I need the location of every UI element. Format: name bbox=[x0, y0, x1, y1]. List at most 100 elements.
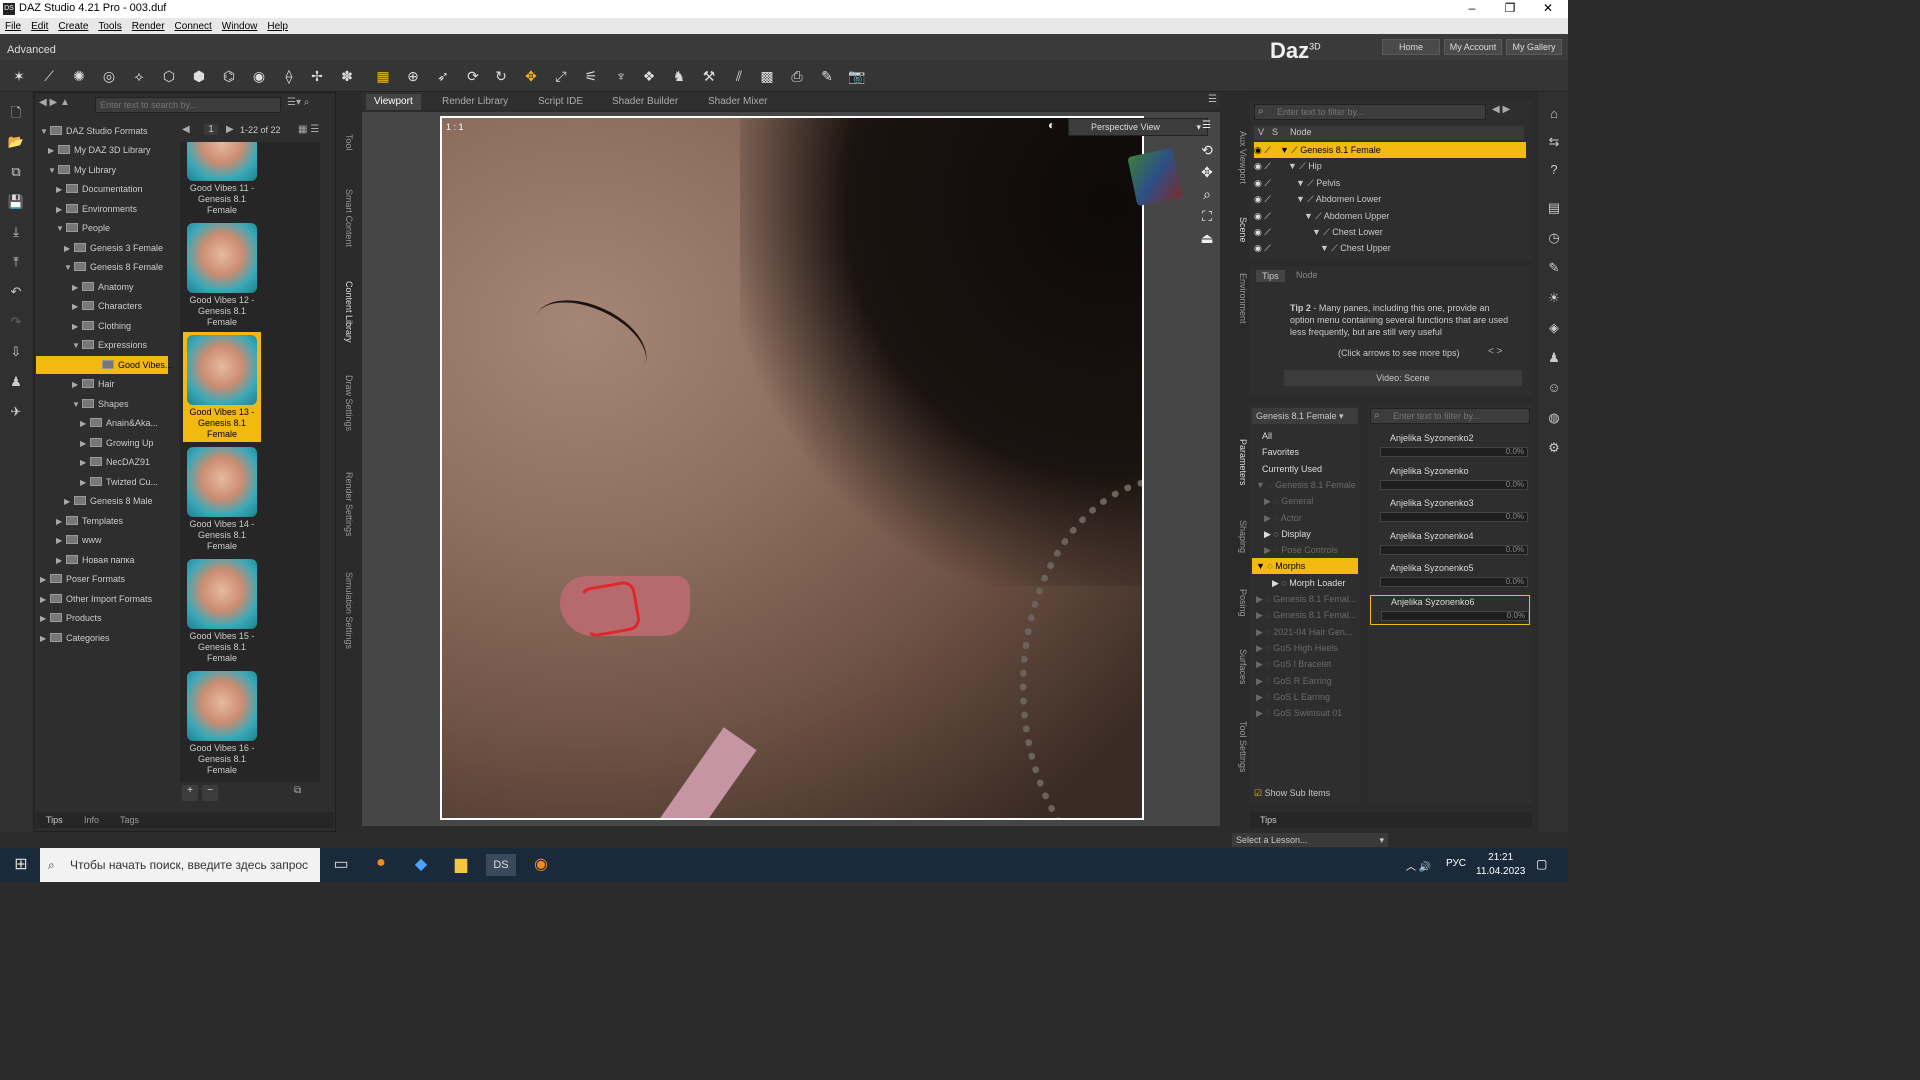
timeline-icon[interactable]: ◷ bbox=[1545, 230, 1563, 248]
tree-item[interactable]: ▼ Shapes bbox=[72, 395, 129, 413]
tree-item[interactable]: ▶ Products bbox=[40, 609, 102, 627]
tree-item[interactable]: ▼ Expressions bbox=[72, 336, 147, 354]
view-selector[interactable]: Perspective View ▾ bbox=[1068, 118, 1208, 136]
tree-item[interactable]: ▶ Documentation bbox=[56, 180, 143, 198]
pan-icon[interactable]: ✥ bbox=[1198, 164, 1216, 182]
scene-node[interactable]: ◉ ⟋ ▼ ⟋ Abdomen Lower bbox=[1254, 191, 1526, 207]
expand-right-icon[interactable]: ▶ bbox=[72, 298, 82, 316]
parameter-group[interactable]: ▶ ◌ Morph Loader bbox=[1252, 575, 1358, 591]
tab-node[interactable]: Node bbox=[1296, 270, 1318, 280]
parameter-group[interactable]: All bbox=[1252, 428, 1358, 444]
tab-params-tips[interactable]: Tips bbox=[1260, 815, 1277, 825]
figure-selector[interactable]: Genesis 8.1 Female ▾ bbox=[1252, 408, 1358, 424]
expand-right-icon[interactable]: ▶ bbox=[72, 318, 82, 336]
next-page-icon[interactable]: ▶ bbox=[226, 124, 234, 135]
redo-icon[interactable]: ↷ bbox=[7, 314, 25, 332]
translate-icon[interactable]: ⟳ bbox=[462, 66, 484, 86]
morph-slider[interactable]: Anjelika Syzonenko5 0.0% bbox=[1370, 562, 1530, 592]
eye-icon[interactable]: ◉ ⟋ bbox=[1254, 191, 1280, 207]
expand-right-icon[interactable]: ▶ bbox=[40, 630, 50, 648]
tree-item[interactable]: ▼ DAZ Studio Formats bbox=[40, 122, 148, 140]
parameter-group[interactable]: Favorites bbox=[1252, 444, 1358, 460]
morph-slider[interactable]: Anjelika Syzonenko6 0.0% bbox=[1370, 595, 1530, 625]
eye-icon[interactable]: ◉ ⟋ bbox=[1254, 240, 1280, 256]
explorer-icon[interactable]: ▆ bbox=[448, 854, 474, 876]
content-search-input[interactable] bbox=[95, 97, 281, 113]
video-scene-button[interactable]: Video: Scene bbox=[1284, 370, 1522, 386]
maximize-button[interactable]: ❐ bbox=[1490, 1, 1530, 15]
my-gallery-button[interactable]: My Gallery bbox=[1506, 39, 1562, 55]
vtab-simulation-settings[interactable]: Simulation Settings bbox=[336, 566, 354, 656]
menu-file[interactable]: File bbox=[5, 21, 21, 32]
node-weight-icon[interactable]: ⟡ bbox=[128, 66, 150, 86]
tab-script-ide[interactable]: Script IDE bbox=[530, 94, 591, 110]
slider-track[interactable]: 0.0% bbox=[1380, 544, 1528, 555]
orbit-icon[interactable]: ⟲ bbox=[1198, 142, 1216, 160]
scene-filter-input[interactable] bbox=[1254, 104, 1486, 120]
home-button[interactable]: Home bbox=[1382, 39, 1440, 55]
blender-icon[interactable]: ◉ bbox=[528, 854, 554, 876]
vtab-environment[interactable]: Environment bbox=[1230, 268, 1248, 328]
morph-slider[interactable]: Anjelika Syzonenko2 0.0% bbox=[1370, 432, 1530, 462]
tree-item[interactable]: ▶ Genesis 3 Female bbox=[64, 239, 163, 257]
scene-nav-icon[interactable]: ◀ ▶ bbox=[1492, 104, 1510, 115]
universal-tool-icon[interactable]: ⊕ bbox=[402, 66, 424, 86]
vtab-render-settings[interactable]: Render Settings bbox=[336, 464, 354, 544]
expand-down-icon[interactable]: ▼ bbox=[56, 220, 66, 238]
draw-style-icon[interactable]: ◐ bbox=[1048, 118, 1055, 132]
taskbar-search[interactable]: ⌕ Чтобы начать поиск, введите здесь запро… bbox=[40, 848, 320, 882]
tree-item[interactable]: ▶ NecDAZ91 bbox=[80, 453, 150, 471]
vtab-content-library[interactable]: Content Library bbox=[336, 272, 354, 352]
expand-right-icon[interactable]: ▶ bbox=[72, 376, 82, 394]
param-filter-input[interactable] bbox=[1370, 408, 1530, 424]
expand-right-icon[interactable]: ▶ bbox=[56, 552, 66, 570]
material-icon[interactable]: ◈ bbox=[1545, 320, 1563, 338]
tree-item[interactable]: ▶ Twizted Cu... bbox=[80, 473, 158, 491]
store-icon[interactable]: ⌂ bbox=[1545, 106, 1563, 124]
expand-down-icon[interactable]: ▼ bbox=[40, 123, 50, 141]
parameter-group[interactable]: ▶ ◌ GoS L Earring bbox=[1252, 689, 1358, 705]
vtab-draw-settings[interactable]: Draw Settings bbox=[336, 368, 354, 438]
language-indicator[interactable]: РУС bbox=[1446, 858, 1466, 869]
reset-icon[interactable]: ⏏ bbox=[1198, 230, 1216, 248]
eye-icon[interactable]: ◉ ⟋ bbox=[1254, 158, 1280, 174]
minimize-button[interactable]: – bbox=[1452, 1, 1492, 15]
vtab-tool-settings[interactable]: Tool Settings bbox=[1230, 712, 1248, 782]
lesson-selector[interactable]: Select a Lesson... ▾ bbox=[1232, 833, 1388, 847]
expand-right-icon[interactable]: ▶ bbox=[64, 493, 74, 511]
vtab-parameters[interactable]: Parameters bbox=[1230, 432, 1248, 492]
sculpt-icon[interactable]: ✽ bbox=[336, 66, 358, 86]
parameter-group[interactable]: ▶ ◌ Display bbox=[1252, 526, 1358, 542]
expand-right-icon[interactable]: ▶ bbox=[56, 532, 66, 550]
slider-track[interactable]: 0.0% bbox=[1380, 479, 1528, 490]
globe-icon[interactable]: ◍ bbox=[1545, 410, 1563, 428]
expand-right-icon[interactable]: ▶ bbox=[64, 240, 74, 258]
parameter-group[interactable]: ▼ ◌ Genesis 8.1 Female bbox=[1252, 477, 1358, 493]
vtab-aux-viewport[interactable]: Aux Viewport bbox=[1230, 122, 1248, 192]
layout-icon[interactable]: ▤ bbox=[1545, 200, 1563, 218]
figure-setup-icon[interactable]: ♟ bbox=[7, 374, 25, 392]
eye-icon[interactable]: ◉ ⟋ bbox=[1254, 224, 1280, 240]
page-number[interactable]: 1 bbox=[204, 124, 218, 135]
tray-icons[interactable]: ︿ 🔊 bbox=[1406, 858, 1431, 873]
tree-item[interactable]: ▶ Environments bbox=[56, 200, 137, 218]
tree-item[interactable]: ▶ Growing Up bbox=[80, 434, 154, 452]
content-thumbnail[interactable]: Good Vibes 16 - Genesis 8.1 Female bbox=[183, 668, 261, 778]
pose-figure-icon[interactable]: ✈ bbox=[7, 404, 25, 422]
add-icon[interactable]: + bbox=[182, 785, 198, 801]
parameter-group[interactable]: ▶ ◌ Genesis 8.1 Femal... bbox=[1252, 591, 1358, 607]
slider-value[interactable]: 0.0% bbox=[1506, 447, 1524, 456]
tree-item[interactable]: ▼ People bbox=[56, 219, 110, 237]
col-node[interactable]: Node bbox=[1290, 127, 1312, 137]
pose-icon[interactable]: ♆ bbox=[610, 66, 632, 86]
tab-render-library[interactable]: Render Library bbox=[434, 94, 516, 110]
tree-item[interactable]: ▶ Genesis 8 Male bbox=[64, 492, 153, 510]
expand-right-icon[interactable]: ▶ bbox=[56, 201, 66, 219]
expand-right-icon[interactable]: ▶ bbox=[80, 454, 90, 472]
active-pose-icon[interactable]: ◎ bbox=[98, 66, 120, 86]
task-view-icon[interactable]: ▭ bbox=[328, 854, 354, 876]
scene-node[interactable]: ◉ ⟋ ▼ ⟋ Genesis 8.1 Female bbox=[1254, 142, 1526, 158]
transform-icon[interactable]: ⟠ bbox=[278, 66, 300, 86]
scene-node[interactable]: ◉ ⟋ ▼ ⟋ Pelvis bbox=[1254, 175, 1526, 191]
tree-item[interactable]: Good Vibes... bbox=[36, 356, 172, 374]
